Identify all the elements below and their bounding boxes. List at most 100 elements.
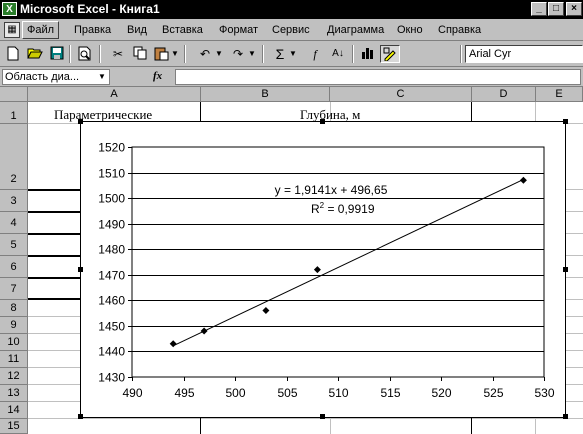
- menu-window[interactable]: Окно: [393, 22, 427, 38]
- open-icon[interactable]: [25, 45, 45, 63]
- menu-bar: ▦ Файл Правка Вид Вставка Формат Сервис …: [0, 19, 583, 41]
- formula-input[interactable]: [175, 69, 581, 85]
- cell-border: [28, 233, 80, 235]
- save-icon[interactable]: [47, 45, 67, 63]
- resize-handle[interactable]: [320, 119, 325, 124]
- y-tick-label: 1500: [98, 192, 125, 206]
- row-header-13[interactable]: 13: [0, 385, 28, 402]
- scatter-chart: 1430 1440 1450 1460 1470 1480 1490 1500 1510 1520…: [98, 141, 555, 401]
- y-tick-label: 1480: [98, 243, 125, 257]
- menu-tools[interactable]: Сервис: [268, 22, 314, 38]
- resize-handle[interactable]: [320, 414, 325, 419]
- font-name-box[interactable]: Arial Cyr: [465, 45, 583, 63]
- maximize-button[interactable]: □: [548, 2, 564, 16]
- row-header-10[interactable]: 10: [0, 334, 28, 351]
- y-tick-label: 1520: [98, 141, 125, 155]
- row-header-2[interactable]: 2: [0, 124, 28, 190]
- row-header-11[interactable]: 11: [0, 351, 28, 368]
- copy-icon[interactable]: [130, 45, 150, 63]
- x-tick-label: 505: [277, 386, 297, 400]
- resize-handle[interactable]: [563, 267, 568, 272]
- window-title: Microsoft Excel - Книга1: [20, 2, 160, 16]
- autosum-dropdown-icon[interactable]: ▼: [288, 45, 298, 63]
- close-button[interactable]: ×: [566, 2, 582, 16]
- x-tick-label: 495: [174, 386, 194, 400]
- cell-border: [28, 255, 80, 257]
- sort-icon[interactable]: A↓: [328, 45, 348, 63]
- autosum-icon[interactable]: Σ: [270, 45, 290, 63]
- resize-handle[interactable]: [78, 414, 83, 419]
- toolbar-separator: [184, 45, 186, 63]
- menu-format[interactable]: Формат: [215, 22, 262, 38]
- print-preview-icon[interactable]: [75, 45, 95, 63]
- row-header-5[interactable]: 5: [0, 234, 28, 256]
- new-icon[interactable]: [3, 45, 23, 63]
- redo-icon[interactable]: ↷: [228, 45, 248, 63]
- name-box-value: Область диа...: [5, 71, 80, 83]
- drawing-icon[interactable]: [380, 45, 400, 63]
- y-tick-label: 1440: [98, 345, 125, 359]
- minimize-button[interactable]: _: [531, 2, 547, 16]
- resize-handle[interactable]: [563, 414, 568, 419]
- y-tick-label: 1470: [98, 269, 125, 283]
- paste-icon[interactable]: [152, 45, 172, 63]
- paste-dropdown-icon[interactable]: ▼: [170, 45, 180, 63]
- cut-icon[interactable]: ✂: [108, 45, 128, 63]
- menu-file[interactable]: Файл: [22, 21, 60, 39]
- menu-help[interactable]: Справка: [434, 22, 485, 38]
- column-header-b[interactable]: B: [201, 87, 330, 102]
- x-tick-label: 525: [483, 386, 503, 400]
- row-header-9[interactable]: 9: [0, 317, 28, 334]
- row-header-8[interactable]: 8: [0, 300, 28, 317]
- resize-handle[interactable]: [563, 119, 568, 124]
- column-header-d[interactable]: D: [472, 87, 536, 102]
- x-tick-label: 530: [534, 386, 554, 400]
- excel-app-icon[interactable]: X: [2, 2, 17, 16]
- cell-border: [28, 211, 80, 213]
- row-header-7[interactable]: 7: [0, 278, 28, 300]
- column-header-a[interactable]: A: [28, 87, 201, 102]
- y-tick-label: 1450: [98, 320, 125, 334]
- chart-icon[interactable]: [358, 45, 378, 63]
- menu-view[interactable]: Вид: [123, 22, 151, 38]
- resize-handle[interactable]: [78, 267, 83, 272]
- row-header-12[interactable]: 12: [0, 368, 28, 385]
- resize-handle[interactable]: [78, 119, 83, 124]
- x-tick-label: 510: [328, 386, 348, 400]
- column-header-c[interactable]: C: [330, 87, 472, 102]
- toolbar-separator: [69, 45, 71, 63]
- formula-bar: Область диа... ▼ fx: [0, 67, 583, 87]
- row-header-14[interactable]: 14: [0, 402, 28, 419]
- document-icon[interactable]: ▦: [4, 22, 20, 38]
- toolbar-separator: [99, 45, 101, 63]
- y-tick-label: 1430: [98, 371, 125, 385]
- chevron-down-icon[interactable]: ▼: [95, 70, 109, 84]
- row-header-6[interactable]: 6: [0, 256, 28, 278]
- row-header-3[interactable]: 3: [0, 190, 28, 212]
- row-header-4[interactable]: 4: [0, 212, 28, 234]
- undo-dropdown-icon[interactable]: ▼: [214, 45, 224, 63]
- y-tick-label: 1490: [98, 218, 125, 232]
- select-all-corner[interactable]: [0, 87, 28, 102]
- redo-dropdown-icon[interactable]: ▼: [247, 45, 257, 63]
- row-header-15[interactable]: 15: [0, 419, 28, 434]
- cell-border: [28, 277, 80, 279]
- column-header-e[interactable]: E: [536, 87, 583, 102]
- x-tick-label: 490: [122, 386, 142, 400]
- menu-insert[interactable]: Вставка: [158, 22, 207, 38]
- undo-icon[interactable]: ↶: [195, 45, 215, 63]
- cell-border: [28, 298, 80, 300]
- x-tick-label: 520: [431, 386, 451, 400]
- row-header-1[interactable]: 1: [0, 102, 28, 124]
- name-box[interactable]: Область диа... ▼: [2, 69, 110, 85]
- function-wizard-icon[interactable]: f: [305, 45, 325, 63]
- menu-edit[interactable]: Правка: [70, 22, 115, 38]
- chart-area[interactable]: 1430 1440 1450 1460 1470 1480 1490 1500 1510 1520…: [80, 121, 566, 418]
- y-tick-label: 1460: [98, 294, 125, 308]
- plot-area: [131, 146, 545, 378]
- trendline-equation: y = 1,9141x + 496,65: [275, 183, 388, 197]
- function-icon[interactable]: fx: [153, 70, 162, 82]
- toolbar-separator: [460, 45, 462, 63]
- cell-border: [28, 189, 80, 191]
- menu-chart[interactable]: Диаграмма: [323, 22, 388, 38]
